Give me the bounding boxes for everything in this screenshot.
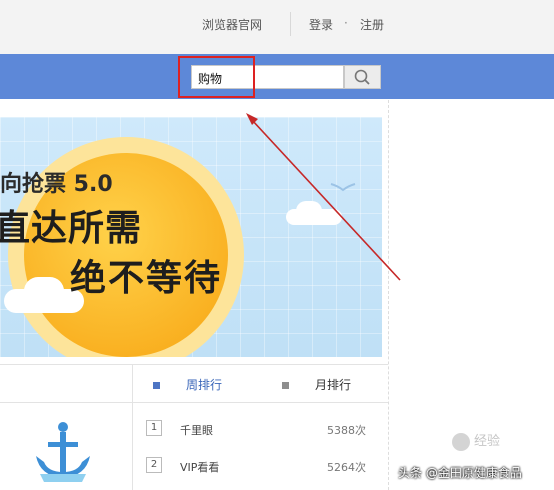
tab-marker-icon [153,382,160,389]
promo-banner[interactable]: 向抢票 5.0 直达所需 绝不等待 [0,117,382,357]
rank-number: 1 [146,420,162,436]
watermark-logo-icon [452,432,470,451]
bird-icon [330,183,356,192]
tab-marker-icon [282,382,289,389]
ranking-item[interactable]: 1 千里眼 5388次 [146,420,366,440]
search-icon [354,69,370,85]
banner-headline-small: 向抢票 5.0 [0,172,113,197]
register-link[interactable]: 注册 [360,16,384,33]
rank-app-name: 千里眼 [180,424,213,437]
tab-monthly-ranking[interactable]: 月排行 [282,376,351,393]
rank-count: 5388次 [327,424,366,437]
header-divider [290,12,291,36]
author-watermark: 头条 @金田原健康食品 [398,466,522,480]
annotation-highlight-box [178,56,255,98]
tab-label: 月排行 [315,378,352,392]
site-watermark: 经验 [452,430,500,451]
banner-headline-1: 直达所需 [0,208,143,249]
header-separator-dot: · [344,16,348,30]
rank-number: 2 [146,457,162,473]
ranking-vertical-divider [132,364,133,490]
cloud-right-top [296,201,322,221]
ranking-item[interactable]: 2 VIP看看 5264次 [146,457,366,477]
ranking-top-divider [0,364,388,365]
watermark-text: 经验 [474,434,501,449]
banner-headline-2: 绝不等待 [70,258,223,299]
top-header: 浏览器官网 登录 · 注册 [0,0,554,54]
rank-count: 5264次 [327,461,366,474]
login-link[interactable]: 登录 [309,16,333,33]
cloud-left-top [24,277,64,305]
anchor-app-icon[interactable] [30,418,96,484]
ranking-header-divider [0,402,388,403]
tab-label: 周排行 [186,378,223,392]
browser-website-link[interactable]: 浏览器官网 [202,16,262,33]
tab-weekly-ranking[interactable]: 周排行 [153,376,222,393]
rank-app-name: VIP看看 [180,461,220,474]
search-button[interactable] [344,65,381,89]
